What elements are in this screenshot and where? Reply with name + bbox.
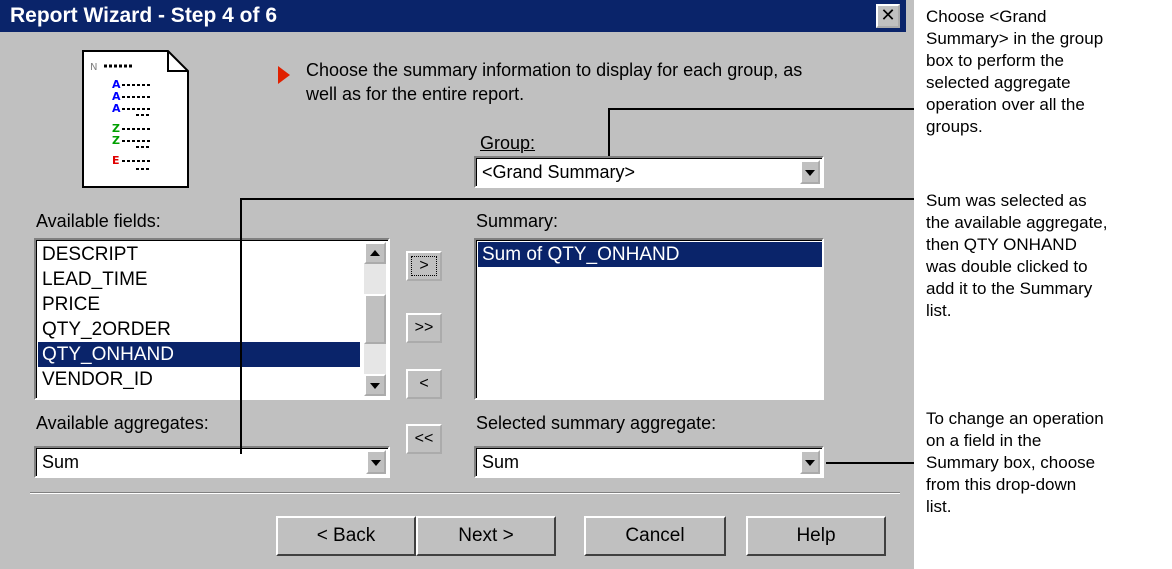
callout-line-dropdown-h xyxy=(826,462,914,464)
instruction-line-2: well as for the entire report. xyxy=(306,84,525,104)
group-value: <Grand Summary> xyxy=(482,162,636,182)
callout-line-group-h xyxy=(608,108,914,110)
group-combobox[interactable]: <Grand Summary> xyxy=(474,156,824,188)
available-field-item[interactable]: QTY_ONHAND xyxy=(38,342,360,367)
available-field-item[interactable]: LEAD_TIME xyxy=(38,267,360,292)
callout-aggregate-note: Sum was selected as the available aggrega… xyxy=(926,191,1108,320)
available-aggregates-value: Sum xyxy=(42,452,80,472)
svg-text:E: E xyxy=(112,154,120,167)
add-all-fields-button[interactable]: >> xyxy=(406,313,442,343)
back-button[interactable]: < Back xyxy=(276,516,416,556)
instruction-line-1: Choose the summary information to displa… xyxy=(306,60,803,80)
selected-aggregate-combobox[interactable]: Sum xyxy=(474,446,824,478)
help-button[interactable]: Help xyxy=(746,516,886,556)
remove-all-fields-button[interactable]: << xyxy=(406,424,442,454)
available-aggregates-combobox[interactable]: Sum xyxy=(34,446,390,478)
selected-aggregate-value: Sum xyxy=(482,452,520,472)
cancel-button[interactable]: Cancel xyxy=(584,516,726,556)
scroll-down-icon[interactable] xyxy=(364,374,386,396)
callout-line-aggregate-v xyxy=(240,198,242,454)
report-document-icon: N A A A Z Z E xyxy=(80,48,192,190)
svg-text:N: N xyxy=(90,62,97,73)
dropdown-arrow-icon[interactable] xyxy=(366,450,386,474)
svg-text:A: A xyxy=(112,102,121,115)
callout-group-note: Choose <Grand Summary> in the group box to… xyxy=(926,7,1104,136)
fields-scrollbar[interactable] xyxy=(364,242,386,396)
add-field-button[interactable]: > xyxy=(406,251,442,281)
available-field-item[interactable]: VENDOR_ID xyxy=(38,367,360,392)
close-button[interactable]: ✕ xyxy=(876,4,900,28)
selected-aggregate-label: Selected summary aggregate: xyxy=(476,413,717,433)
next-button[interactable]: Next > xyxy=(416,516,556,556)
callout-line-group-v xyxy=(608,108,610,156)
callout-line-aggregate-h xyxy=(240,198,914,200)
summary-item[interactable]: Sum of QTY_ONHAND xyxy=(478,242,822,267)
scroll-up-icon[interactable] xyxy=(364,242,386,264)
scroll-thumb[interactable] xyxy=(364,294,386,344)
available-fields-list[interactable]: DESCRIPT LEAD_TIME PRICE QTY_2ORDER QTY_ONHA… xyxy=(34,238,390,400)
separator xyxy=(30,492,900,494)
available-field-item[interactable]: PRICE xyxy=(38,292,360,317)
dropdown-arrow-icon[interactable] xyxy=(800,450,820,474)
available-aggregates-label: Available aggregates: xyxy=(36,413,209,433)
available-field-item[interactable]: DESCRIPT xyxy=(38,242,360,267)
group-label: Group: xyxy=(480,133,536,153)
summary-label: Summary: xyxy=(476,211,559,231)
callout-dropdown-note: To change an operation on a field in the S… xyxy=(926,409,1104,516)
remove-field-button[interactable]: < xyxy=(406,369,442,399)
available-field-item[interactable]: QTY_2ORDER xyxy=(38,317,360,342)
available-fields-label: Available fields: xyxy=(36,211,161,231)
close-icon: ✕ xyxy=(880,5,896,26)
summary-list[interactable]: Sum of QTY_ONHAND xyxy=(474,238,824,400)
dropdown-arrow-icon[interactable] xyxy=(800,160,820,184)
arrow-bullet-icon xyxy=(278,66,290,84)
svg-text:Z: Z xyxy=(112,134,120,147)
window-title: Report Wizard - Step 4 of 6 xyxy=(0,0,906,32)
